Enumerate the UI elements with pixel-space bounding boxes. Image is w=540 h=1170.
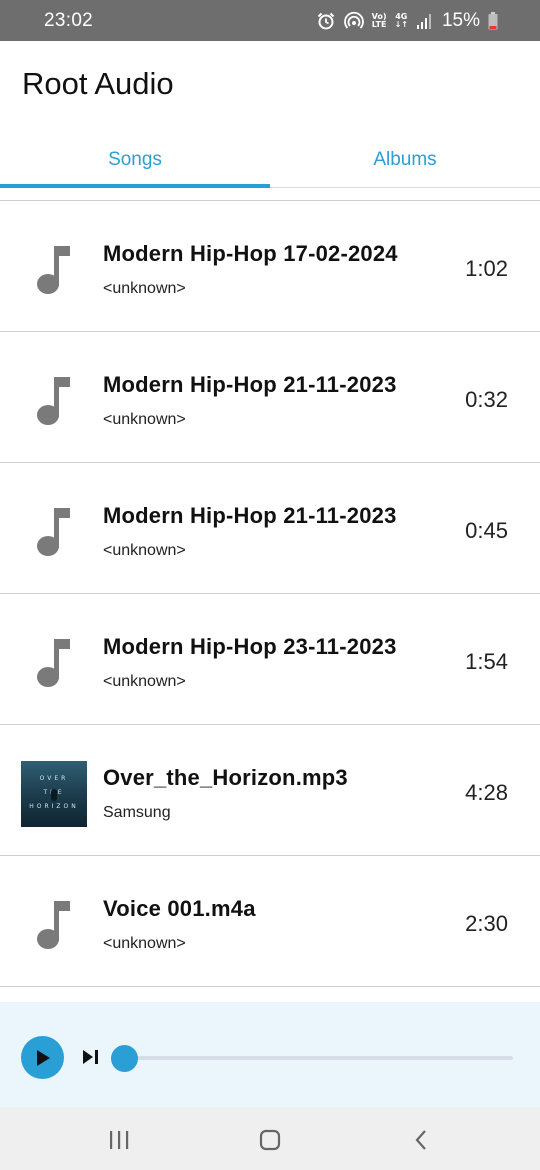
home-icon [259,1129,281,1151]
status-icons: Vo) LTE 4G ↓↑ 15% [316,8,498,34]
song-row[interactable]: Modern Hip-Hop 17-02-2024 <unknown> 1:02 [0,201,540,332]
battery-percent: 15% [441,10,480,31]
song-artist: <unknown> [103,935,186,952]
song-title: Modern Hip-Hop 21-11-2023 [103,372,397,397]
song-row[interactable]: Modern Hip-Hop 21-11-2023 <unknown> 0:45 [0,463,540,594]
status-bar: 23:02 Vo) LTE 4G ↓↑ 15% [0,0,540,41]
album-art-image: OVER THE HORIZON [21,761,87,827]
song-title: Voice 001.m4a [103,896,256,921]
tab-songs[interactable]: Songs [0,132,270,187]
song-duration: 1:02 [465,256,508,281]
song-title: Over_the_Horizon.mp3 [103,765,348,790]
seek-thumb[interactable] [111,1045,138,1072]
song-duration: 2:30 [465,911,508,936]
song-title: Modern Hip-Hop 21-11-2023 [103,503,397,528]
network-4g-icon: 4G ↓↑ [394,12,408,29]
mini-player [0,1002,540,1107]
music-note-icon [21,892,87,958]
back-icon [415,1130,426,1150]
music-note-icon [21,630,87,696]
tab-albums[interactable]: Albums [270,132,540,187]
back-button[interactable] [401,1125,441,1155]
recents-button[interactable] [99,1125,139,1155]
song-artist: Samsung [103,804,171,821]
song-duration: 0:45 [465,518,508,543]
seek-bar[interactable] [124,1056,513,1060]
volte-icon: Vo) LTE [371,12,387,29]
song-row[interactable]: Modern Hip-Hop 21-11-2023 <unknown> 0:32 [0,332,540,463]
song-artist: <unknown> [103,542,186,559]
system-nav-bar [0,1107,540,1170]
diver-silhouette [51,789,57,801]
home-button[interactable] [250,1125,290,1155]
alarm-icon [316,11,336,31]
signal-icon [416,12,432,30]
battery-icon [488,12,498,30]
song-title: Modern Hip-Hop 17-02-2024 [103,241,398,266]
song-artist: <unknown> [103,411,186,428]
skip-next-icon [83,1050,98,1064]
song-artist: <unknown> [103,673,186,690]
status-time: 23:02 [44,10,94,31]
song-row[interactable]: OVER THE HORIZON Over_the_Horizon.mp3 Sa… [0,725,540,856]
song-artist: <unknown> [103,280,186,297]
hotspot-icon [343,11,364,31]
app-title: Root Audio [22,66,174,101]
music-note-icon [21,499,87,565]
play-icon [36,1049,50,1066]
music-note-icon [21,368,87,434]
song-row[interactable]: Voice 001.m4a <unknown> 2:30 [0,856,540,987]
song-list: Modern Hip-Hop 17-02-2024 <unknown> 1:02… [0,200,540,987]
song-duration: 4:28 [465,780,508,805]
album-art: OVER THE HORIZON [21,761,87,827]
song-title: Modern Hip-Hop 23-11-2023 [103,634,397,659]
tab-bar: Songs Albums [0,132,540,188]
tab-indicator [0,184,270,188]
recents-icon [110,1131,129,1149]
play-button[interactable] [21,1036,64,1079]
song-row[interactable]: Modern Hip-Hop 23-11-2023 <unknown> 1:54 [0,594,540,725]
music-note-icon [21,237,87,303]
song-duration: 0:32 [465,387,508,412]
song-duration: 1:54 [465,649,508,674]
skip-next-button[interactable] [80,1046,102,1068]
